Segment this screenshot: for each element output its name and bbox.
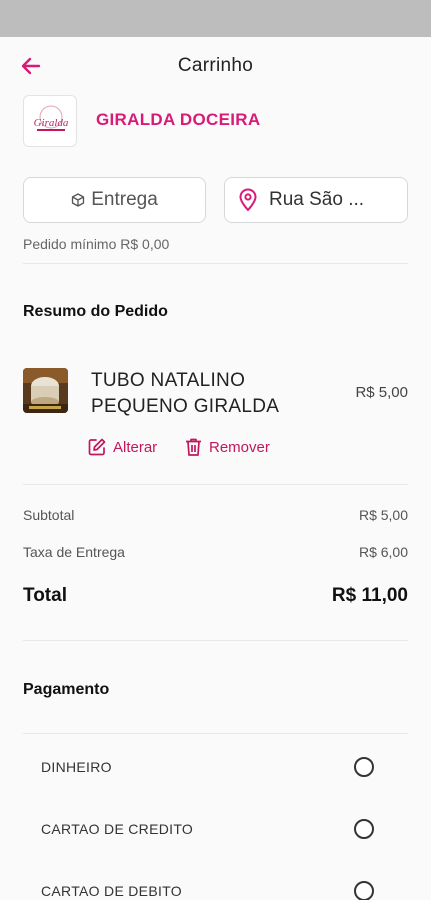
item-thumbnail bbox=[23, 368, 68, 413]
delivery-fee-value: R$ 6,00 bbox=[358, 544, 408, 560]
address-label: Rua São ... bbox=[269, 189, 365, 210]
total-label: Total bbox=[23, 585, 67, 606]
item-price: R$ 5,00 bbox=[355, 384, 408, 401]
box-icon bbox=[72, 193, 85, 207]
min-order-text: Pedido mínimo R$ 0,00 bbox=[23, 236, 170, 252]
location-pin-icon bbox=[239, 188, 257, 211]
payment-option-cash[interactable]: DINHEIRO bbox=[23, 736, 408, 798]
delivery-mode-label: Entrega bbox=[91, 189, 158, 210]
subtotal-row: Subtotal R$ 5,00 bbox=[23, 507, 408, 523]
delivery-mode-selector[interactable]: Entrega bbox=[23, 177, 206, 223]
total-value: R$ 11,00 bbox=[331, 585, 408, 606]
store-logo: Giralda bbox=[23, 95, 77, 147]
delivery-fee-label: Taxa de Entrega bbox=[23, 544, 125, 560]
radio-button[interactable] bbox=[354, 757, 374, 777]
order-summary-title: Resumo do Pedido bbox=[23, 303, 168, 320]
divider bbox=[23, 484, 408, 485]
divider bbox=[23, 640, 408, 641]
payment-option-label: DINHEIRO bbox=[41, 759, 112, 775]
header: Carrinho bbox=[0, 37, 431, 95]
delivery-fee-row: Taxa de Entrega R$ 6,00 bbox=[23, 544, 408, 560]
page-title: Carrinho bbox=[177, 55, 254, 76]
store-header: Giralda GIRALDA DOCEIRA bbox=[23, 95, 413, 147]
item-name: TUBO NATALINO PEQUENO GIRALDA bbox=[91, 370, 280, 417]
total-row: Total R$ 11,00 bbox=[23, 585, 408, 607]
edit-item-label: Alterar bbox=[113, 438, 158, 456]
payment-title: Pagamento bbox=[23, 681, 110, 698]
subtotal-value: R$ 5,00 bbox=[358, 507, 408, 523]
edit-icon bbox=[88, 438, 106, 456]
payment-option-credit-card[interactable]: CARTAO DE CREDITO bbox=[23, 798, 408, 860]
payment-option-label: CARTAO DE CREDITO bbox=[41, 821, 194, 837]
divider bbox=[23, 263, 408, 264]
address-selector[interactable]: Rua São ... bbox=[224, 177, 408, 223]
trash-icon bbox=[186, 438, 201, 456]
divider bbox=[23, 733, 408, 734]
status-bar bbox=[0, 0, 431, 37]
edit-item-button[interactable]: Alterar bbox=[87, 437, 157, 457]
radio-button[interactable] bbox=[354, 881, 374, 900]
svg-text:Giralda: Giralda bbox=[34, 117, 69, 129]
payment-option-label: CARTAO DE DEBITO bbox=[41, 883, 182, 899]
payment-option-debit-card[interactable]: CARTAO DE DEBITO bbox=[23, 860, 408, 900]
store-name[interactable]: GIRALDA DOCEIRA bbox=[96, 110, 260, 130]
radio-button[interactable] bbox=[354, 819, 374, 839]
subtotal-label: Subtotal bbox=[23, 507, 75, 523]
remove-item-label: Remover bbox=[209, 438, 270, 456]
remove-item-button[interactable]: Remover bbox=[184, 437, 270, 457]
